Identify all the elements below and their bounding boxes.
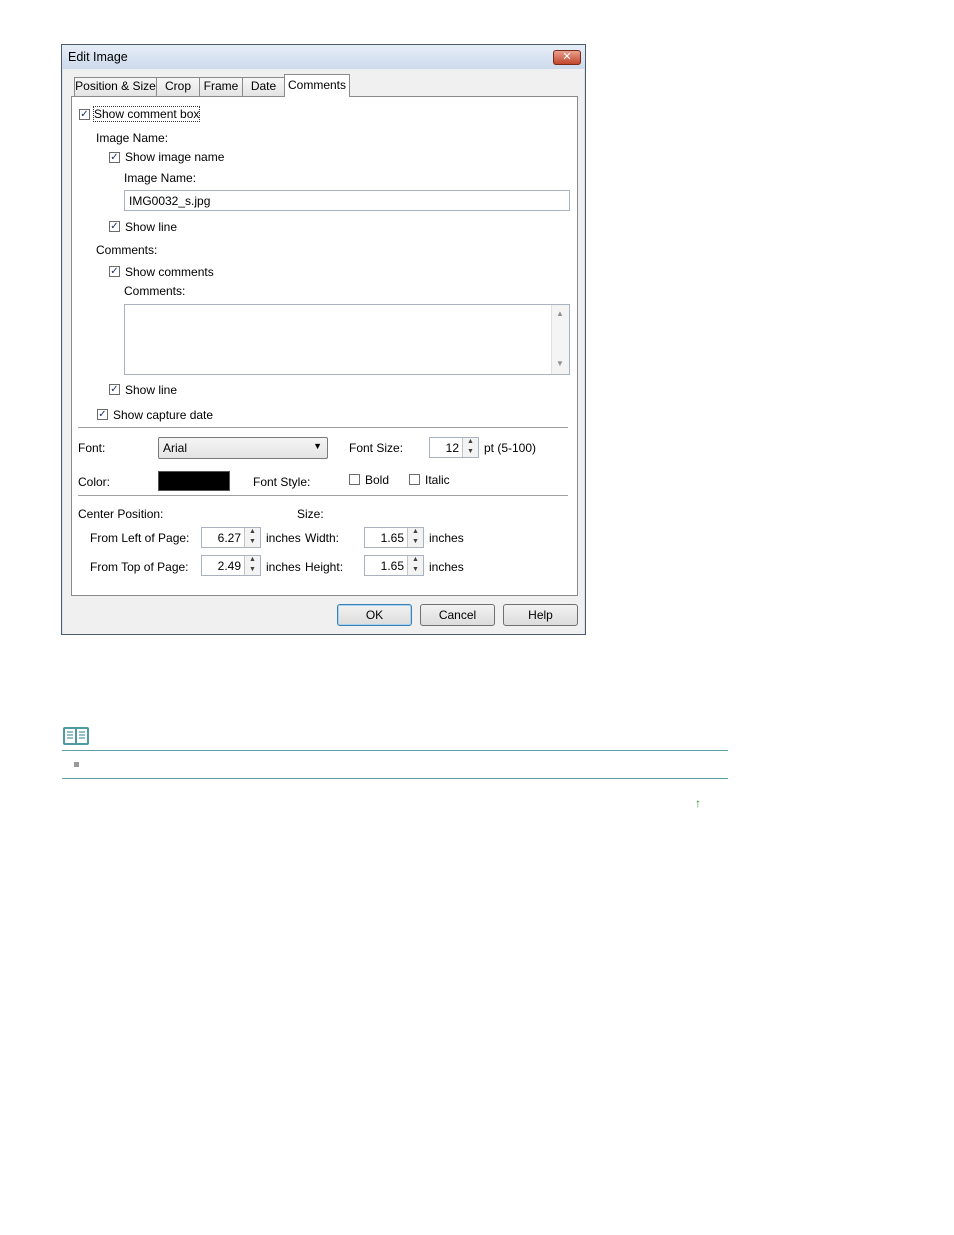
note-top-rule xyxy=(62,750,728,751)
show-image-name-checkbox[interactable]: ✓ xyxy=(109,152,120,163)
from-top-input[interactable]: 2.49 ▲ ▼ xyxy=(201,555,261,576)
show-image-line-label[interactable]: Show line xyxy=(125,220,177,234)
from-left-input[interactable]: 6.27 ▲ ▼ xyxy=(201,527,261,548)
dialog-title: Edit Image xyxy=(68,50,128,64)
title-bar[interactable]: Edit Image ✕ xyxy=(62,45,585,69)
tab-date[interactable]: Date xyxy=(242,77,285,96)
spin-down-icon[interactable]: ▼ xyxy=(245,566,260,576)
tab-position-size[interactable]: Position & Size xyxy=(74,77,157,96)
height-unit: inches xyxy=(429,560,464,574)
close-button[interactable]: ✕ xyxy=(553,50,581,65)
color-swatch-button[interactable] xyxy=(158,471,230,491)
cancel-button[interactable]: Cancel xyxy=(420,604,495,626)
show-comment-box-label[interactable]: Show comment box xyxy=(92,106,201,122)
page-top-arrow-icon[interactable]: ↑ xyxy=(695,796,701,810)
center-position-heading: Center Position: xyxy=(78,507,164,521)
font-value: Arial xyxy=(163,441,188,455)
ok-button[interactable]: OK xyxy=(337,604,412,626)
font-size-spinner[interactable]: ▲ ▼ xyxy=(462,438,478,457)
show-comment-box-checkbox[interactable]: ✓ xyxy=(79,109,90,120)
separator xyxy=(78,427,568,429)
height-spinner[interactable]: ▲ ▼ xyxy=(407,556,423,575)
spin-up-icon[interactable]: ▲ xyxy=(245,556,260,566)
image-name-input[interactable]: IMG0032_s.jpg xyxy=(124,190,570,211)
italic-label[interactable]: Italic xyxy=(425,473,450,487)
image-name-heading: Image Name: xyxy=(96,131,169,145)
height-input[interactable]: 1.65 ▲ ▼ xyxy=(364,555,424,576)
book-icon xyxy=(62,725,90,747)
tab-comments[interactable]: Comments xyxy=(284,74,350,97)
bullet-icon xyxy=(74,762,79,767)
edit-image-dialog: Edit Image ✕ Position & Size Crop Frame … xyxy=(61,44,586,635)
from-top-value: 2.49 xyxy=(217,559,241,573)
spin-up-icon[interactable]: ▲ xyxy=(245,528,260,538)
bold-label[interactable]: Bold xyxy=(365,473,389,487)
tab-crop[interactable]: Crop xyxy=(156,77,200,96)
width-value: 1.65 xyxy=(380,531,404,545)
size-heading: Size: xyxy=(297,507,324,521)
from-top-spinner[interactable]: ▲ ▼ xyxy=(244,556,260,575)
height-label: Height: xyxy=(305,560,344,574)
show-comments-label[interactable]: Show comments xyxy=(125,265,214,279)
width-label: Width: xyxy=(305,531,340,545)
font-style-label: Font Style: xyxy=(253,475,311,489)
spin-down-icon[interactable]: ▼ xyxy=(408,566,423,576)
font-label: Font: xyxy=(78,441,106,455)
show-comments-checkbox[interactable]: ✓ xyxy=(109,266,120,277)
spin-down-icon[interactable]: ▼ xyxy=(463,448,478,458)
spin-down-icon[interactable]: ▼ xyxy=(245,538,260,548)
spin-up-icon[interactable]: ▲ xyxy=(463,438,478,448)
comments-scrollbar[interactable]: ▲ ▼ xyxy=(551,305,569,374)
spin-up-icon[interactable]: ▲ xyxy=(408,528,423,538)
show-image-name-label[interactable]: Show image name xyxy=(125,150,224,164)
from-left-unit: inches xyxy=(266,531,301,545)
from-top-label: From Top of Page: xyxy=(90,560,189,574)
comments-heading: Comments: xyxy=(96,243,158,257)
font-size-value: 12 xyxy=(445,441,459,455)
help-button[interactable]: Help xyxy=(503,604,578,626)
height-value: 1.65 xyxy=(380,559,404,573)
image-name-field-label: Image Name: xyxy=(124,171,197,185)
show-comments-line-label[interactable]: Show line xyxy=(125,383,177,397)
comments-textarea[interactable]: ▲ ▼ xyxy=(124,304,570,375)
from-left-value: 6.27 xyxy=(217,531,241,545)
from-top-unit: inches xyxy=(266,560,301,574)
width-unit: inches xyxy=(429,531,464,545)
font-size-label: Font Size: xyxy=(349,441,404,455)
spin-up-icon[interactable]: ▲ xyxy=(408,556,423,566)
width-input[interactable]: 1.65 ▲ ▼ xyxy=(364,527,424,548)
show-capture-date-checkbox[interactable]: ✓ xyxy=(97,409,108,420)
note-bottom-rule xyxy=(62,778,728,779)
comments-field-label: Comments: xyxy=(124,284,186,298)
color-label: Color: xyxy=(78,475,111,489)
width-spinner[interactable]: ▲ ▼ xyxy=(407,528,423,547)
chevron-down-icon: ▼ xyxy=(313,441,322,451)
show-image-line-checkbox[interactable]: ✓ xyxy=(109,221,120,232)
show-capture-date-label[interactable]: Show capture date xyxy=(113,408,213,422)
italic-checkbox[interactable] xyxy=(409,474,420,485)
spin-down-icon[interactable]: ▼ xyxy=(408,538,423,548)
scroll-down-icon[interactable]: ▼ xyxy=(556,359,564,368)
from-left-spinner[interactable]: ▲ ▼ xyxy=(244,528,260,547)
tab-frame[interactable]: Frame xyxy=(199,77,243,96)
scroll-up-icon[interactable]: ▲ xyxy=(556,309,564,318)
comments-panel: ✓ Show comment box Image Name: ✓ Show im… xyxy=(71,96,578,596)
font-size-unit: pt (5-100) xyxy=(484,441,537,455)
bold-checkbox[interactable] xyxy=(349,474,360,485)
separator xyxy=(78,495,568,497)
font-size-input[interactable]: 12 ▲ ▼ xyxy=(429,437,479,458)
show-comments-line-checkbox[interactable]: ✓ xyxy=(109,384,120,395)
from-left-label: From Left of Page: xyxy=(90,531,190,545)
font-dropdown[interactable]: Arial ▼ xyxy=(158,437,328,459)
dialog-client-area: Position & Size Crop Frame Date Comments… xyxy=(63,69,584,634)
